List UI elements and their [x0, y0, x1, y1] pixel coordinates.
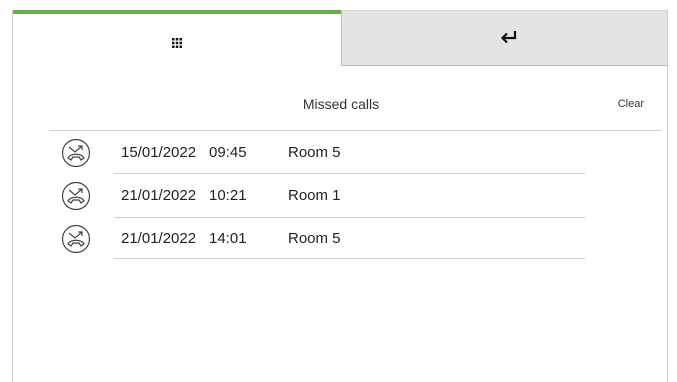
call-room: Room 5 — [288, 230, 341, 247]
call-row[interactable]: 15/01/2022 09:45 Room 5 — [13, 131, 669, 174]
return-arrow-icon — [500, 31, 517, 44]
tab-back[interactable] — [341, 10, 667, 66]
missed-call-icon — [61, 224, 91, 254]
call-row[interactable]: 21/01/2022 14:01 Room 5 — [13, 218, 669, 261]
call-row[interactable]: 21/01/2022 10:21 Room 1 — [13, 174, 669, 218]
top-tab-bar — [13, 10, 667, 66]
call-time: 09:45 — [209, 144, 247, 161]
row-divider — [114, 258, 585, 259]
call-date: 15/01/2022 — [121, 144, 197, 161]
tab-keypad[interactable] — [13, 10, 341, 66]
call-room: Room 1 — [288, 187, 341, 204]
page-title: Missed calls — [302, 96, 380, 112]
keypad-grid-icon — [172, 38, 182, 48]
screen-frame: Missed calls Clear 15/01/2022 09:45 Room… — [12, 10, 668, 382]
missed-call-icon — [61, 181, 91, 211]
call-date: 21/01/2022 — [121, 230, 197, 247]
missed-call-icon — [61, 138, 91, 168]
call-room: Room 5 — [288, 144, 341, 161]
clear-button[interactable]: Clear — [618, 98, 644, 110]
call-time: 14:01 — [209, 230, 247, 247]
call-date: 21/01/2022 — [121, 187, 197, 204]
call-time: 10:21 — [209, 187, 247, 204]
